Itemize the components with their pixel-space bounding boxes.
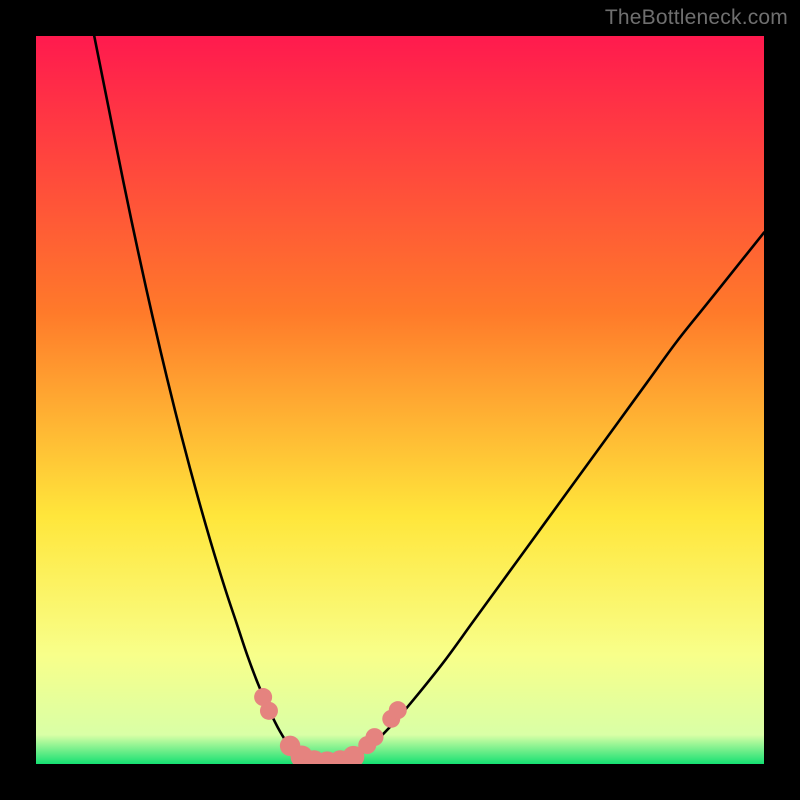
watermark-label: TheBottleneck.com [605,6,788,30]
data-marker [366,728,384,746]
data-marker [260,702,278,720]
gradient-background [36,36,764,764]
plot-area [36,36,764,764]
data-marker [389,701,407,719]
bottleneck-chart [36,36,764,764]
chart-frame: TheBottleneck.com [0,0,800,800]
